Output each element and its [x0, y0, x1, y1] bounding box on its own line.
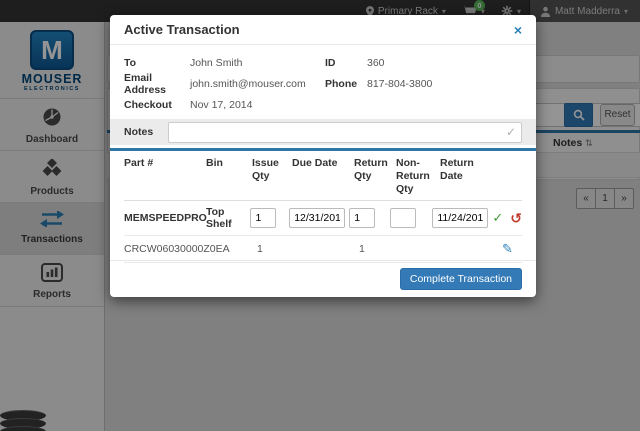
- non-return-qty-input[interactable]: [390, 208, 416, 228]
- return-date-input[interactable]: [432, 208, 488, 228]
- checkout-value: Nov 17, 2014: [190, 99, 325, 111]
- col-part: Part #: [124, 157, 202, 196]
- return-qty-value: 1: [354, 243, 392, 255]
- parts-table-header: Part # Bin Issue Qty Due Date Return Qty…: [124, 151, 522, 201]
- col-issue-qty: Issue Qty: [252, 157, 288, 196]
- id-label: ID: [325, 57, 367, 69]
- notes-check-icon: ✓: [506, 125, 516, 139]
- table-row-memspeedpro: MEMSPEEDPRO Top Shelf ✓ ↺: [124, 201, 522, 236]
- complete-transaction-button[interactable]: Complete Transaction: [400, 268, 522, 290]
- edit-pencil-icon[interactable]: ✎: [502, 241, 513, 257]
- part-number: MEMSPEEDPRO: [124, 212, 202, 224]
- notes-label: Notes: [124, 126, 160, 138]
- col-return-qty: Return Qty: [354, 157, 392, 196]
- transaction-info: To John Smith ID 360 Email Address john.…: [110, 45, 536, 115]
- col-due-date: Due Date: [292, 157, 350, 196]
- confirm-icon[interactable]: ✓: [492, 210, 503, 226]
- col-bin: Bin: [206, 157, 248, 196]
- parts-table: Part # Bin Issue Qty Due Date Return Qty…: [110, 151, 536, 263]
- email-value: john.smith@mouser.com: [190, 78, 325, 90]
- part-number: CRCW06030000Z0EA: [124, 243, 202, 255]
- col-return-date: Return Date: [440, 157, 498, 196]
- modal-header: Active Transaction ×: [110, 15, 536, 45]
- due-date-input[interactable]: [289, 208, 345, 228]
- bin-value: Top Shelf: [206, 206, 246, 230]
- active-transaction-modal: Active Transaction × To John Smith ID 36…: [110, 15, 536, 297]
- notes-input[interactable]: [168, 122, 522, 143]
- modal-title: Active Transaction: [124, 22, 240, 37]
- notes-bar: Notes ✓: [110, 119, 536, 145]
- email-label: Email Address: [124, 72, 190, 96]
- col-non-return-qty: Non-Return Qty: [396, 157, 436, 196]
- close-icon[interactable]: ×: [514, 23, 522, 37]
- to-label: To: [124, 57, 190, 69]
- return-qty-input[interactable]: [349, 208, 375, 228]
- checkout-label: Checkout: [124, 99, 190, 111]
- to-value: John Smith: [190, 57, 325, 69]
- issue-qty-value: 1: [252, 243, 288, 255]
- phone-label: Phone: [325, 78, 367, 90]
- id-value: 360: [367, 57, 385, 69]
- issue-qty-input[interactable]: [250, 208, 276, 228]
- phone-value: 817-804-3800: [367, 78, 432, 90]
- modal-footer: Complete Transaction: [110, 260, 536, 297]
- undo-icon[interactable]: ↺: [510, 210, 522, 227]
